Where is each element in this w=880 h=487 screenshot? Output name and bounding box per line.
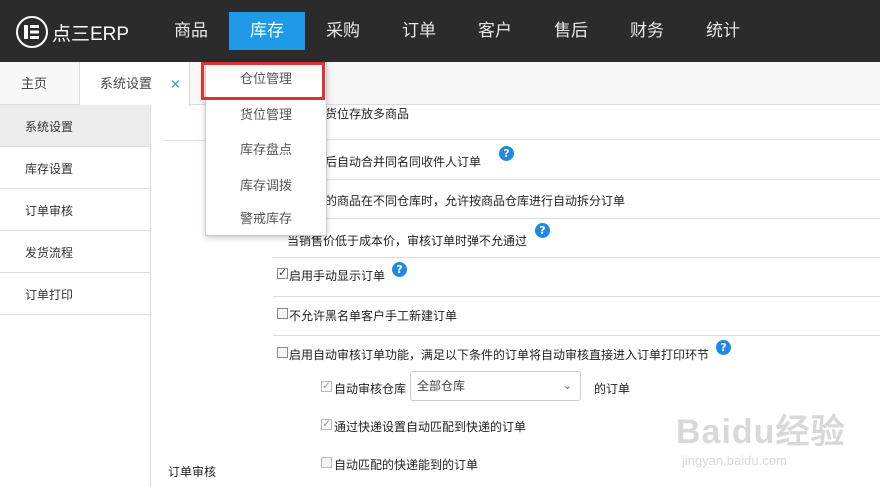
- settings-row: 一货位存放多商品: [273, 101, 880, 140]
- menu-item-stock-transfer[interactable]: 库存调拨: [206, 177, 326, 197]
- auto-match-express-checkbox[interactable]: [321, 417, 332, 430]
- settings-row: 当销售价低于成本价，审核订单时弹不允通过 ?: [273, 219, 880, 258]
- setting-label: 通过快递设置自动匹配到快递的订单: [334, 420, 527, 434]
- close-icon[interactable]: ×: [170, 77, 181, 92]
- nav-item-inventory[interactable]: 库存: [229, 12, 305, 50]
- nav-item-purchase[interactable]: 采购: [305, 12, 381, 50]
- main-nav: 商品 库存 采购 订单 客户 售后 财务 统计: [153, 12, 761, 50]
- sidebar-item-order-printing[interactable]: 订单打印: [0, 273, 150, 315]
- watermark-url: jingyan.baidu.com: [682, 453, 787, 468]
- auto-review-warehouse-checkbox[interactable]: [321, 379, 332, 392]
- help-icon[interactable]: ?: [392, 262, 407, 277]
- watermark-brand: Baidu经验: [676, 413, 846, 451]
- warehouse-select[interactable]: 全部仓库 ⌄: [410, 371, 581, 401]
- help-icon[interactable]: ?: [535, 223, 550, 238]
- highlight-box: [201, 62, 325, 100]
- nav-item-products[interactable]: 商品: [153, 12, 229, 50]
- setting-label: 启用手动显示订单: [289, 269, 386, 283]
- sidebar-item-inventory-settings[interactable]: 库存设置: [0, 147, 150, 189]
- logo-text: 点三ERP: [52, 23, 130, 45]
- nav-item-orders[interactable]: 订单: [381, 12, 457, 50]
- top-navigation-bar: 点三ERP 商品 库存 采购 订单 客户 售后 财务 统计: [0, 0, 880, 62]
- nav-item-customers[interactable]: 客户: [457, 12, 533, 50]
- watermark: Baidu经验 jingyan.baidu.com: [676, 404, 845, 468]
- express-reachable-checkbox[interactable]: [321, 457, 332, 468]
- section-label: 订单审核: [168, 465, 217, 479]
- auto-review-suffix: 的订单: [594, 382, 631, 396]
- help-icon[interactable]: ?: [716, 340, 731, 355]
- setting-label: 自动匹配的快递能到的订单: [334, 458, 479, 472]
- settings-row: 不允许黑名单客户手工新建订单: [273, 297, 880, 336]
- tab-home[interactable]: 主页: [0, 62, 80, 105]
- sidebar-item-shipping-flow[interactable]: 发货流程: [0, 231, 150, 273]
- menu-item-stock-alert[interactable]: 警戒库存: [206, 210, 326, 230]
- logo-glyph: [24, 25, 39, 39]
- help-icon[interactable]: ?: [499, 146, 514, 161]
- auto-review-checkbox[interactable]: [277, 347, 288, 358]
- setting-label: 中的商品在不同仓库时，允许按商品仓库进行自动拆分订单: [313, 194, 626, 208]
- settings-row: 中的商品在不同仓库时，允许按商品仓库进行自动拆分订单: [273, 180, 880, 219]
- setting-label: 一货位存放多商品: [313, 107, 410, 121]
- logo-icon: [16, 16, 48, 48]
- auto-review-warehouse-label: 自动审核仓库: [334, 382, 407, 396]
- nav-item-finance[interactable]: 财务: [609, 12, 685, 50]
- show-manual-orders-checkbox[interactable]: [277, 266, 288, 279]
- setting-label: 不允许黑名单客户手工新建订单: [289, 309, 458, 323]
- menu-item-location-management[interactable]: 货位管理: [206, 106, 326, 126]
- nav-item-statistics[interactable]: 统计: [685, 12, 761, 50]
- nav-item-after-sales[interactable]: 售后: [533, 12, 609, 50]
- menu-item-stock-count[interactable]: 库存盘点: [206, 141, 326, 161]
- blacklist-orders-checkbox[interactable]: [277, 308, 288, 319]
- settings-row: 裁后自动合并同名同收件人订单 ?: [273, 140, 880, 180]
- tab-bar: 主页 系统设置: [0, 62, 880, 106]
- chevron-down-icon: ⌄: [562, 379, 572, 392]
- settings-sidebar: 系统设置 库存设置 订单审核 发货流程 订单打印: [0, 105, 151, 487]
- sidebar-item-system-settings[interactable]: 系统设置: [0, 105, 150, 147]
- setting-label: 裁后自动合并同名同收件人订单: [313, 155, 482, 169]
- warehouse-select-value: 全部仓库: [417, 379, 466, 393]
- app-logo[interactable]: 点三ERP: [16, 16, 129, 48]
- sidebar-item-order-review[interactable]: 订单审核: [0, 189, 150, 231]
- settings-row: 启用手动显示订单 ?: [273, 258, 880, 297]
- setting-label: 启用自动审核订单功能，满足以下条件的订单将自动审核直接进入订单打印环节: [289, 348, 710, 362]
